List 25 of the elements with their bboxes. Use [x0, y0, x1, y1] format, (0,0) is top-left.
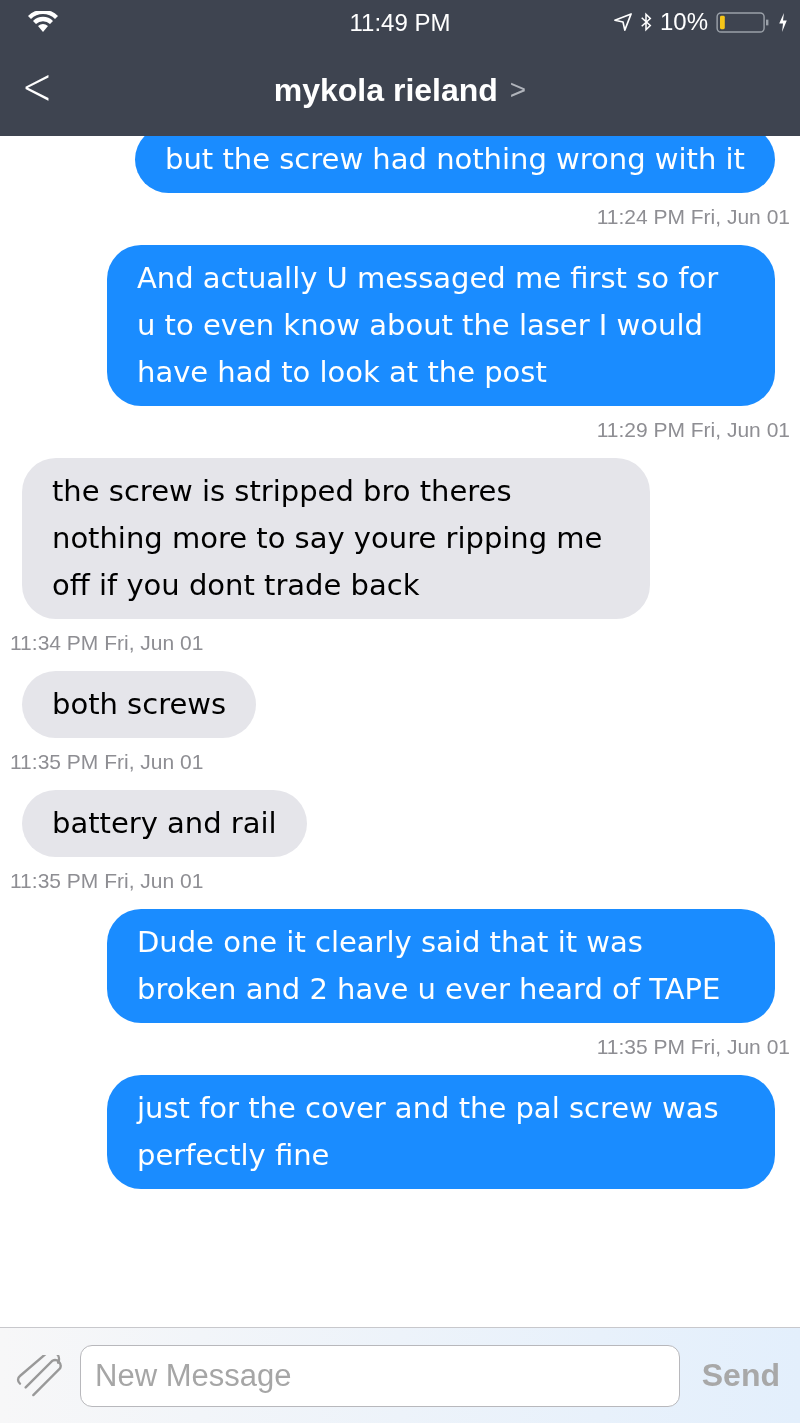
bluetooth-icon	[639, 12, 652, 32]
message-timestamp: 11:34 PM Fri, Jun 01	[10, 631, 204, 655]
location-arrow-icon	[613, 13, 632, 31]
message-bubble: just for the cover and the pal screw was perfectly fine	[107, 1075, 775, 1189]
charging-bolt-icon	[778, 12, 788, 32]
battery-percent: 10%	[659, 8, 708, 36]
status-time: 11:49 PM	[349, 9, 451, 37]
message-bubble: but the screw had nothing wrong with it	[135, 136, 775, 193]
battery-icon	[716, 10, 770, 34]
message-bubble: the screw is stripped bro theres nothing more to say youre ripping me off if you dont trade back	[22, 458, 650, 619]
message-timestamp: 11:24 PM Fri, Jun 01	[596, 205, 790, 229]
message-bubble: both screws	[22, 671, 257, 738]
message-timestamp: 11:35 PM Fri, Jun 01	[10, 750, 204, 774]
message-bubble: And actually U messaged me first so for u to even know about the laser I would have had to look at the post	[107, 245, 775, 406]
paperclip-icon[interactable]	[16, 1354, 64, 1397]
message-timestamp: 11:35 PM Fri, Jun 01	[596, 1035, 790, 1059]
message-bubble: Dude one it clearly said that it was broken and 2 have u ever heard of TAPE	[107, 909, 775, 1023]
back-button[interactable]: <	[9, 56, 53, 124]
contact-name[interactable]: mykola rieland	[273, 71, 498, 109]
wifi-icon	[28, 11, 58, 33]
message-timestamp: 11:35 PM Fri, Jun 01	[10, 869, 204, 893]
message-timestamp: 11:29 PM Fri, Jun 01	[596, 418, 790, 442]
chevron-icon[interactable]: >	[509, 74, 527, 106]
message-input[interactable]: New Message	[80, 1344, 680, 1407]
message-bubble: battery and rail	[22, 790, 307, 857]
